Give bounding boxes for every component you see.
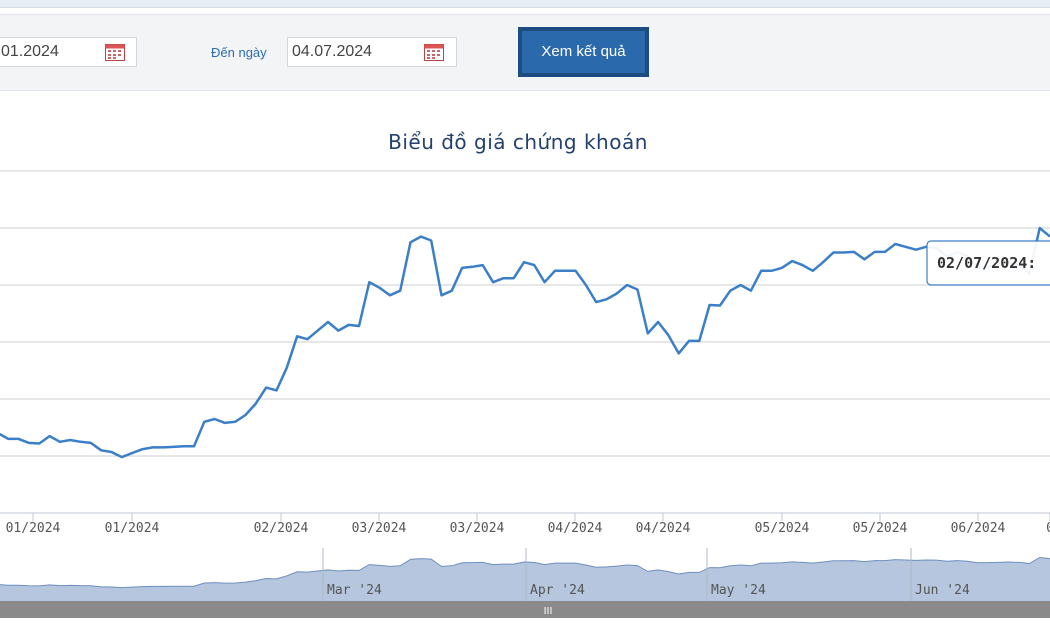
- grid-lines: [0, 170, 1050, 514]
- x-tick-label: 03/2024: [450, 521, 505, 536]
- x-axis-labels: 01/2024 01/2024 02/2024 03/2024 03/2024 04/20…: [6, 521, 1050, 536]
- navigator[interactable]: Mar '24 Apr '24 May '24 Jun '24: [0, 546, 1050, 601]
- navigator-label: Apr '24: [530, 583, 585, 598]
- x-tick-label: 06/2024: [951, 521, 1006, 536]
- scrollbar[interactable]: III: [0, 601, 1050, 618]
- x-axis-ticks: [32, 513, 1050, 521]
- from-date-input[interactable]: 01.2024: [0, 37, 137, 67]
- to-date-input[interactable]: 04.07.2024: [287, 37, 457, 67]
- top-strip: [0, 0, 1050, 8]
- calendar-icon[interactable]: [424, 43, 444, 61]
- navigator-label: Mar '24: [327, 583, 382, 598]
- tooltip-text: 02/07/2024:: [937, 254, 1036, 272]
- x-tick-label: 01/2024: [6, 521, 61, 536]
- x-tick-label: 01/2024: [105, 521, 160, 536]
- x-tick-label: 03/2024: [352, 521, 407, 536]
- navigator-label: May '24: [711, 583, 766, 598]
- view-results-button[interactable]: Xem kết quả: [518, 27, 649, 77]
- stock-price-chart[interactable]: 01/2024 01/2024 02/2024 03/2024 03/2024 04/20…: [0, 160, 1050, 630]
- scrollbar-track[interactable]: [0, 601, 1050, 618]
- x-tick-label: 0: [1046, 521, 1050, 536]
- navigator-label: Jun '24: [915, 583, 970, 598]
- calendar-icon[interactable]: [105, 43, 125, 61]
- x-tick-label: 04/2024: [636, 521, 691, 536]
- x-tick-label: 05/2024: [755, 521, 810, 536]
- hover-tooltip: 02/07/2024:: [926, 240, 1050, 286]
- x-tick-label: 05/2024: [853, 521, 908, 536]
- to-date-value: 04.07.2024: [292, 43, 373, 60]
- chart-title: Biểu đồ giá chứng khoán: [388, 130, 648, 154]
- x-tick-label: 02/2024: [254, 521, 309, 536]
- to-date-label: Đến ngày: [211, 45, 267, 60]
- price-series-line[interactable]: [0, 226, 1050, 459]
- x-tick-label: 04/2024: [548, 521, 603, 536]
- scrollbar-handle[interactable]: III: [544, 606, 553, 617]
- from-date-value: 01.2024: [1, 43, 59, 60]
